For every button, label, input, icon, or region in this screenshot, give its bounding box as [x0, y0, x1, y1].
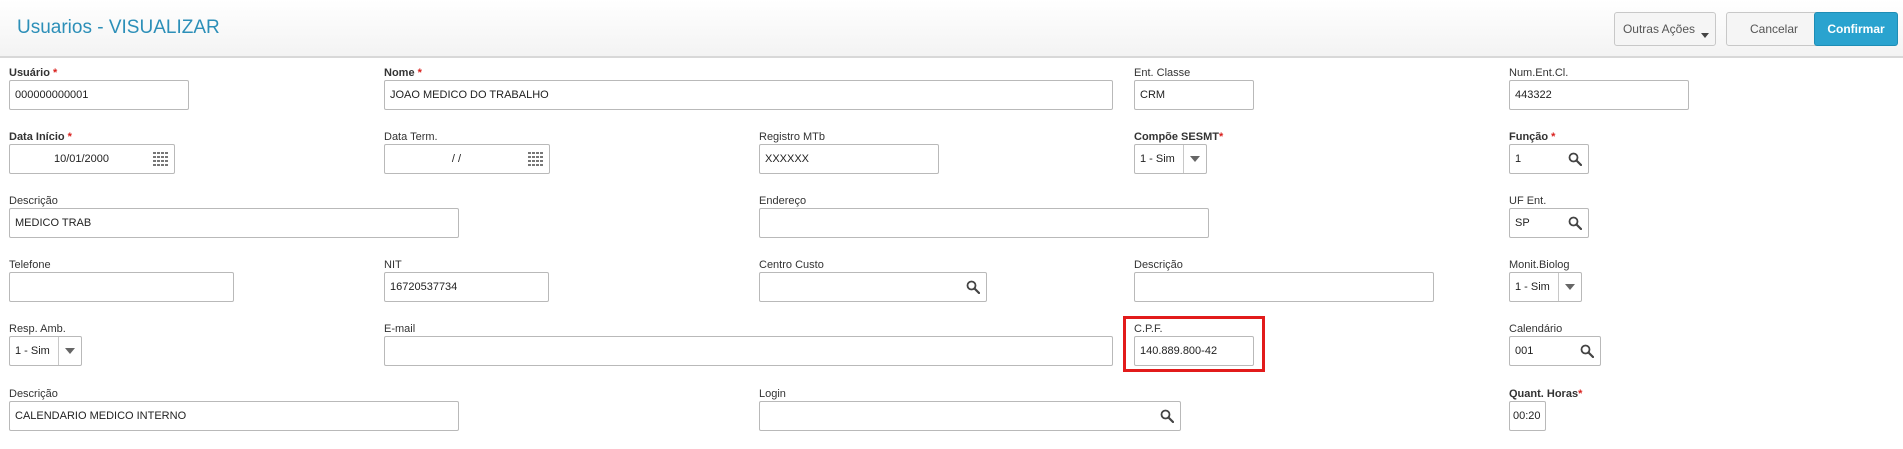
calendario-label: Calendário — [1509, 323, 1563, 335]
num-ent-cl-label: Num.Ent.Cl. — [1509, 67, 1569, 79]
search-icon[interactable] — [960, 273, 986, 301]
descricao-input[interactable] — [1134, 272, 1434, 302]
uf-ent-label: UF Ent. — [1509, 195, 1547, 207]
registro-mtb-label: Registro MTb — [759, 131, 826, 143]
ent-classe-value: CRM — [1140, 89, 1166, 101]
funcao-label: Função — [1509, 131, 1549, 143]
descricao-label: Descrição — [9, 195, 58, 207]
descricao-input[interactable]: CALENDARIO MEDICO INTERNO — [9, 401, 459, 431]
ent-classe-input[interactable]: CRM — [1134, 80, 1254, 110]
compoe-sesmt-label: Compõe SESMT — [1134, 131, 1219, 143]
centro-custo-label: Centro Custo — [759, 259, 824, 271]
required-mark: * — [417, 67, 422, 79]
centro-custo-input[interactable] — [759, 272, 987, 302]
page-title: Usuarios - VISUALIZAR — [17, 17, 220, 38]
login-input[interactable] — [759, 401, 1181, 431]
required-mark: * — [1218, 131, 1224, 143]
registro-mtb-value: XXXXXX — [765, 153, 810, 165]
required-mark: * — [1578, 388, 1583, 400]
calendar-icon[interactable] — [523, 145, 549, 173]
outras-acoes-button[interactable]: Outras Ações — [1614, 12, 1716, 46]
usuario-value: 000000000001 — [15, 89, 89, 101]
funcao-input[interactable]: 1 — [1509, 144, 1589, 174]
chevron-down-icon[interactable] — [1558, 273, 1581, 301]
descricao-label: Descrição — [9, 388, 58, 400]
search-icon[interactable] — [1562, 145, 1588, 173]
data-term-label: Data Term. — [384, 131, 438, 143]
highlight-box — [1123, 316, 1265, 372]
cancel-button[interactable]: Cancelar — [1726, 12, 1822, 46]
nit-input[interactable]: 16720537734 — [384, 272, 549, 302]
resp-amb-select[interactable]: 1 - Sim — [9, 336, 82, 366]
data-inicio-input[interactable]: 10/01/2000 — [9, 144, 175, 174]
required-mark: * — [52, 67, 58, 79]
nome-value: JOAO MEDICO DO TRABALHO — [390, 89, 549, 101]
quant-horas-value: 00:20 — [1513, 410, 1541, 422]
search-icon[interactable] — [1154, 402, 1180, 430]
quant-horas-input[interactable]: 00:20 — [1509, 401, 1546, 431]
confirm-button[interactable]: Confirmar — [1814, 12, 1898, 46]
data-term-input[interactable]: / / — [384, 144, 550, 174]
quant-horas-label: Quant. Horas — [1509, 388, 1579, 400]
registro-mtb-input[interactable]: XXXXXX — [759, 144, 939, 174]
calendar-icon[interactable] — [148, 145, 174, 173]
endereco-input[interactable] — [759, 208, 1209, 238]
ent-classe-label: Ent. Classe — [1134, 67, 1191, 79]
monit-biolog-select[interactable]: 1 - Sim — [1509, 272, 1582, 302]
outras-acoes-label: Outras Ações — [1622, 22, 1696, 36]
resp-amb-label: Resp. Amb. — [9, 323, 66, 335]
login-label: Login — [759, 388, 786, 400]
nome-label: Nome — [384, 67, 415, 79]
chevron-down-icon[interactable] — [1183, 145, 1206, 173]
endereco-label: Endereço — [759, 195, 807, 207]
search-icon[interactable] — [1574, 337, 1600, 365]
nit-label: NIT — [384, 259, 402, 271]
usuario-input[interactable]: 000000000001 — [9, 80, 189, 110]
required-mark: * — [67, 131, 72, 143]
calendario-input[interactable]: 001 — [1509, 336, 1601, 366]
descricao-input[interactable]: MEDICO TRAB — [9, 208, 459, 238]
search-icon[interactable] — [1562, 209, 1588, 237]
usuario-label: Usuário — [9, 67, 50, 79]
page-header: Usuarios - VISUALIZAR Outras Ações Cance… — [0, 0, 1903, 58]
num-ent-cl-input[interactable]: 443322 — [1509, 80, 1689, 110]
compoe-sesmt-select[interactable]: 1 - Sim — [1134, 144, 1207, 174]
data-inicio-label: Data Início — [9, 131, 65, 143]
required-mark: * — [1551, 131, 1556, 143]
email-input[interactable] — [384, 336, 1113, 366]
num-ent-cl-value: 443322 — [1515, 89, 1552, 101]
descricao-value: MEDICO TRAB — [15, 217, 92, 229]
nome-input[interactable]: JOAO MEDICO DO TRABALHO — [384, 80, 1113, 110]
chevron-down-icon — [1701, 33, 1709, 38]
email-label: E-mail — [384, 323, 416, 335]
telefone-input[interactable] — [9, 272, 234, 302]
telefone-label: Telefone — [9, 259, 51, 271]
chevron-down-icon[interactable] — [58, 337, 81, 365]
monit-biolog-label: Monit.Biolog — [1509, 259, 1570, 271]
uf-ent-input[interactable]: SP — [1509, 208, 1589, 238]
nit-value: 16720537734 — [390, 281, 458, 293]
descricao-value: CALENDARIO MEDICO INTERNO — [15, 410, 187, 422]
descricao-label: Descrição — [1134, 259, 1183, 271]
